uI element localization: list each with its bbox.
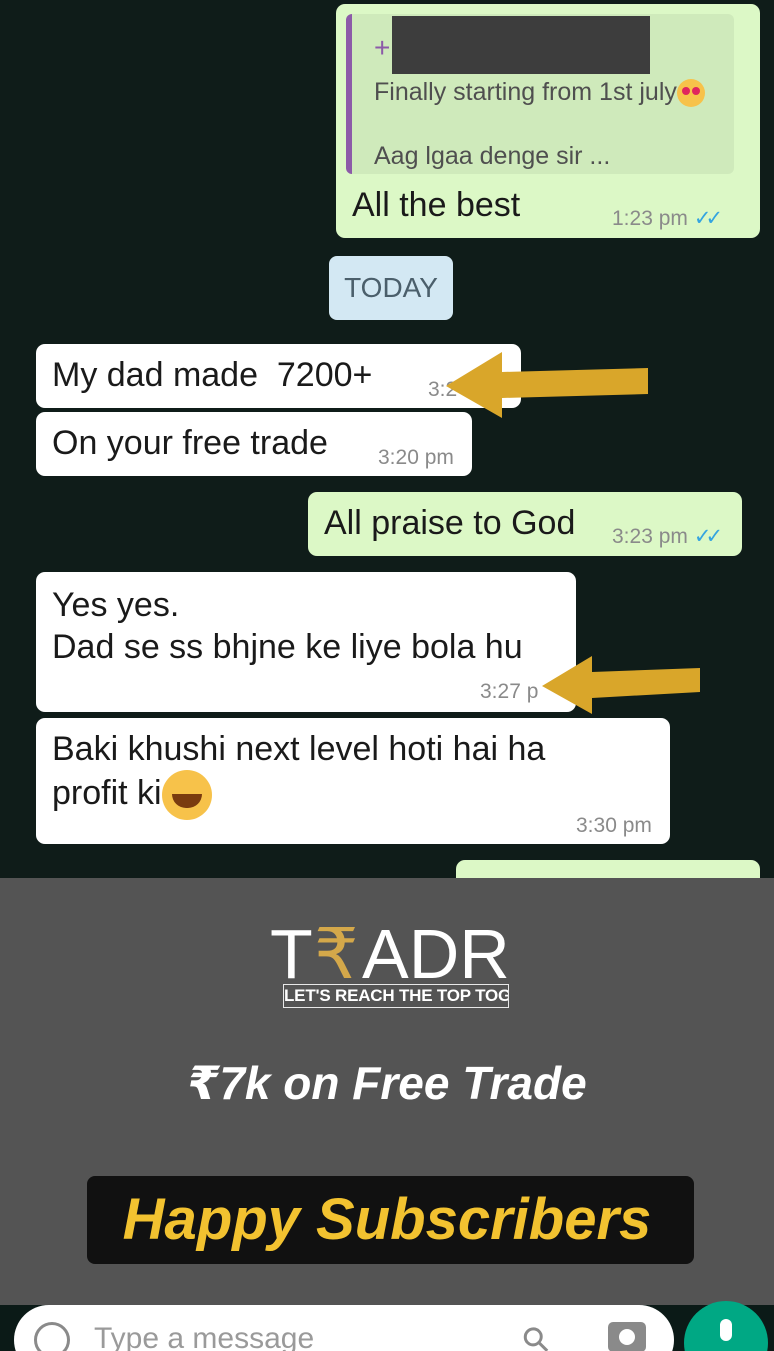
quoted-line-1: Finally starting from 1st july	[374, 78, 677, 106]
tradr-logo: T ₹ ADR	[270, 916, 510, 986]
redacted-sender	[392, 16, 650, 74]
tagline: LET'S REACH THE TOP TOGETHER	[283, 984, 509, 1008]
message-time: 3:27 p	[480, 680, 539, 703]
svg-text:ADR: ADR	[362, 916, 510, 986]
message-bubble-incoming[interactable]: Yes yes. Dad se ss bhjne ke liye bola hu…	[36, 572, 576, 712]
message-time: 3:23 pm	[612, 525, 688, 548]
laughing-emoji-icon	[161, 770, 212, 820]
message-input-placeholder: Type a message	[94, 1322, 315, 1351]
happy-subscribers-text: Happy Subscribers	[122, 1187, 652, 1252]
message-text: On your free trade	[52, 424, 328, 462]
message-text: Baki khushi next level hoti hai ha profi…	[52, 730, 546, 812]
message-text: Yes yes. Dad se ss bhjne ke liye bola hu	[52, 586, 523, 666]
headline: ₹7k on Free Trade	[187, 1057, 587, 1109]
message-time: 3:30 pm	[576, 814, 652, 837]
message-time: 3:20 pm	[378, 446, 454, 469]
message-time: 1:23 pm	[612, 207, 688, 230]
message-bubble-outgoing[interactable]: + Finally starting from 1st july Aag lga…	[336, 4, 760, 238]
message-text: All the best	[352, 186, 521, 224]
date-separator: TODAY	[329, 256, 453, 320]
double-check-icon: ✓✓	[693, 207, 723, 230]
plus-icon: +	[374, 32, 391, 63]
message-bubble-outgoing-partial[interactable]	[456, 860, 760, 878]
microphone-icon[interactable]	[684, 1301, 768, 1351]
arrow-annotation	[542, 656, 700, 714]
quoted-line-2: Aag lgaa denge sir ...	[374, 142, 611, 170]
message-text: All praise to God	[324, 504, 576, 542]
chat-area: + Finally starting from 1st july Aag lga…	[0, 0, 774, 878]
message-text: My dad made 7200+	[52, 356, 373, 394]
heart-eyes-emoji-icon	[676, 79, 705, 108]
svg-text:T: T	[270, 916, 313, 986]
message-bubble-outgoing[interactable]: All praise to God 3:23 pm ✓✓	[308, 492, 742, 556]
svg-text:₹: ₹	[314, 916, 359, 986]
message-bubble-incoming[interactable]: On your free trade 3:20 pm	[36, 412, 472, 476]
double-check-icon: ✓✓	[693, 525, 723, 548]
quoted-message[interactable]: + Finally starting from 1st july Aag lga…	[346, 14, 734, 174]
arrow-annotation	[446, 352, 648, 418]
camera-icon[interactable]	[608, 1322, 646, 1351]
message-bubble-incoming[interactable]: Baki khushi next level hoti hai ha profi…	[36, 718, 670, 844]
emoji-icon[interactable]	[34, 1322, 70, 1351]
